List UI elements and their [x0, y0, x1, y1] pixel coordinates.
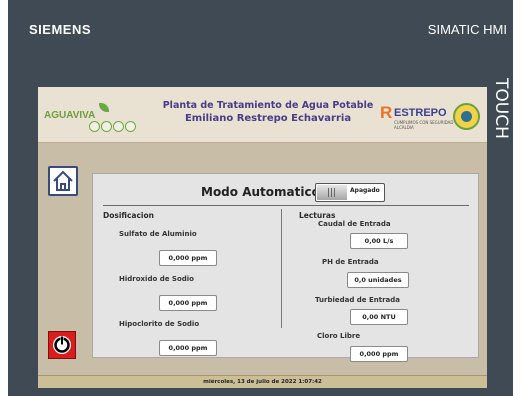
dosificacion-header: Dosificacion	[103, 211, 154, 220]
header-divider	[103, 205, 469, 206]
column-divider	[281, 209, 282, 328]
hmi-screen: AGUAVIVA Planta de Tratamiento de Agua P…	[38, 87, 487, 388]
aguaviva-logo: AGUAVIVA	[44, 103, 96, 123]
caudal-value-field[interactable]: 0,00 L/s	[350, 233, 408, 249]
header-banner: AGUAVIVA Planta de Tratamiento de Agua P…	[38, 87, 487, 143]
restrepo-logo: R ESTREPO CUMPLIMOS CON SEGURIDAD ALCALDI…	[380, 101, 455, 131]
control-panel: Modo Automatico Apagado Dosificacion Sul…	[92, 173, 479, 362]
partner-logos	[89, 121, 136, 132]
hipoclorito-label: Hipoclorito de Sodio	[119, 320, 200, 328]
hidroxido-value-field[interactable]: 0,000 ppm	[159, 295, 217, 311]
auto-mode-toggle[interactable]: Apagado	[315, 183, 385, 202]
hipoclorito-value-field[interactable]: 0,000 ppm	[159, 340, 217, 356]
partner-logo-icon	[89, 121, 100, 132]
restrepo-logo-r: R	[380, 103, 393, 122]
ph-value-field[interactable]: 0,0 unidades	[347, 272, 409, 288]
partner-logo-icon	[101, 121, 112, 132]
restrepo-logo-text: ESTREPO	[394, 107, 447, 119]
restrepo-logo-subtext: CUMPLIMOS CON SEGURIDAD ALCALDIA	[394, 120, 454, 130]
ph-label: PH de Entrada	[322, 258, 379, 266]
partner-logo-icon	[125, 121, 136, 132]
power-button[interactable]	[48, 331, 76, 359]
aguaviva-logo-text: AGUAVIVA	[44, 110, 96, 121]
plant-title: Planta de Tratamiento de Agua Potable	[162, 100, 374, 111]
sulfato-value-field[interactable]: 0,000 ppm	[159, 250, 217, 266]
home-button[interactable]	[48, 166, 78, 196]
plant-subtitle: Emiliano Restrepo Echavarria	[184, 113, 352, 124]
caudal-label: Caudal de Entrada	[318, 220, 391, 228]
toggle-knob[interactable]	[317, 185, 347, 200]
toggle-state-label: Apagado	[350, 187, 380, 194]
leaf-icon	[99, 103, 109, 112]
turbiedad-label: Turbiedad de Entrada	[315, 296, 400, 304]
municipal-seal-icon	[453, 103, 480, 130]
turbiedad-value-field[interactable]: 0,00 NTU	[350, 309, 408, 325]
mode-title: Modo Automatico	[201, 185, 320, 199]
sulfato-label: Sulfato de Aluminio	[119, 230, 197, 238]
brand-label: SIEMENS	[29, 22, 92, 37]
partner-logo-icon	[113, 121, 124, 132]
home-icon	[53, 170, 73, 191]
cloro-value-field[interactable]: 0,000 ppm	[350, 346, 408, 362]
cloro-label: Cloro Libre	[317, 332, 361, 340]
status-bar-datetime: miércoles, 13 de julio de 2022 1:07:42	[38, 375, 487, 388]
hidroxido-label: Hidroxido de Sodio	[119, 275, 194, 283]
product-label: SIMATIC HMI	[427, 22, 507, 37]
touch-side-label: TOUCH	[491, 78, 511, 139]
lecturas-header: Lecturas	[299, 211, 336, 220]
power-icon	[53, 336, 71, 354]
